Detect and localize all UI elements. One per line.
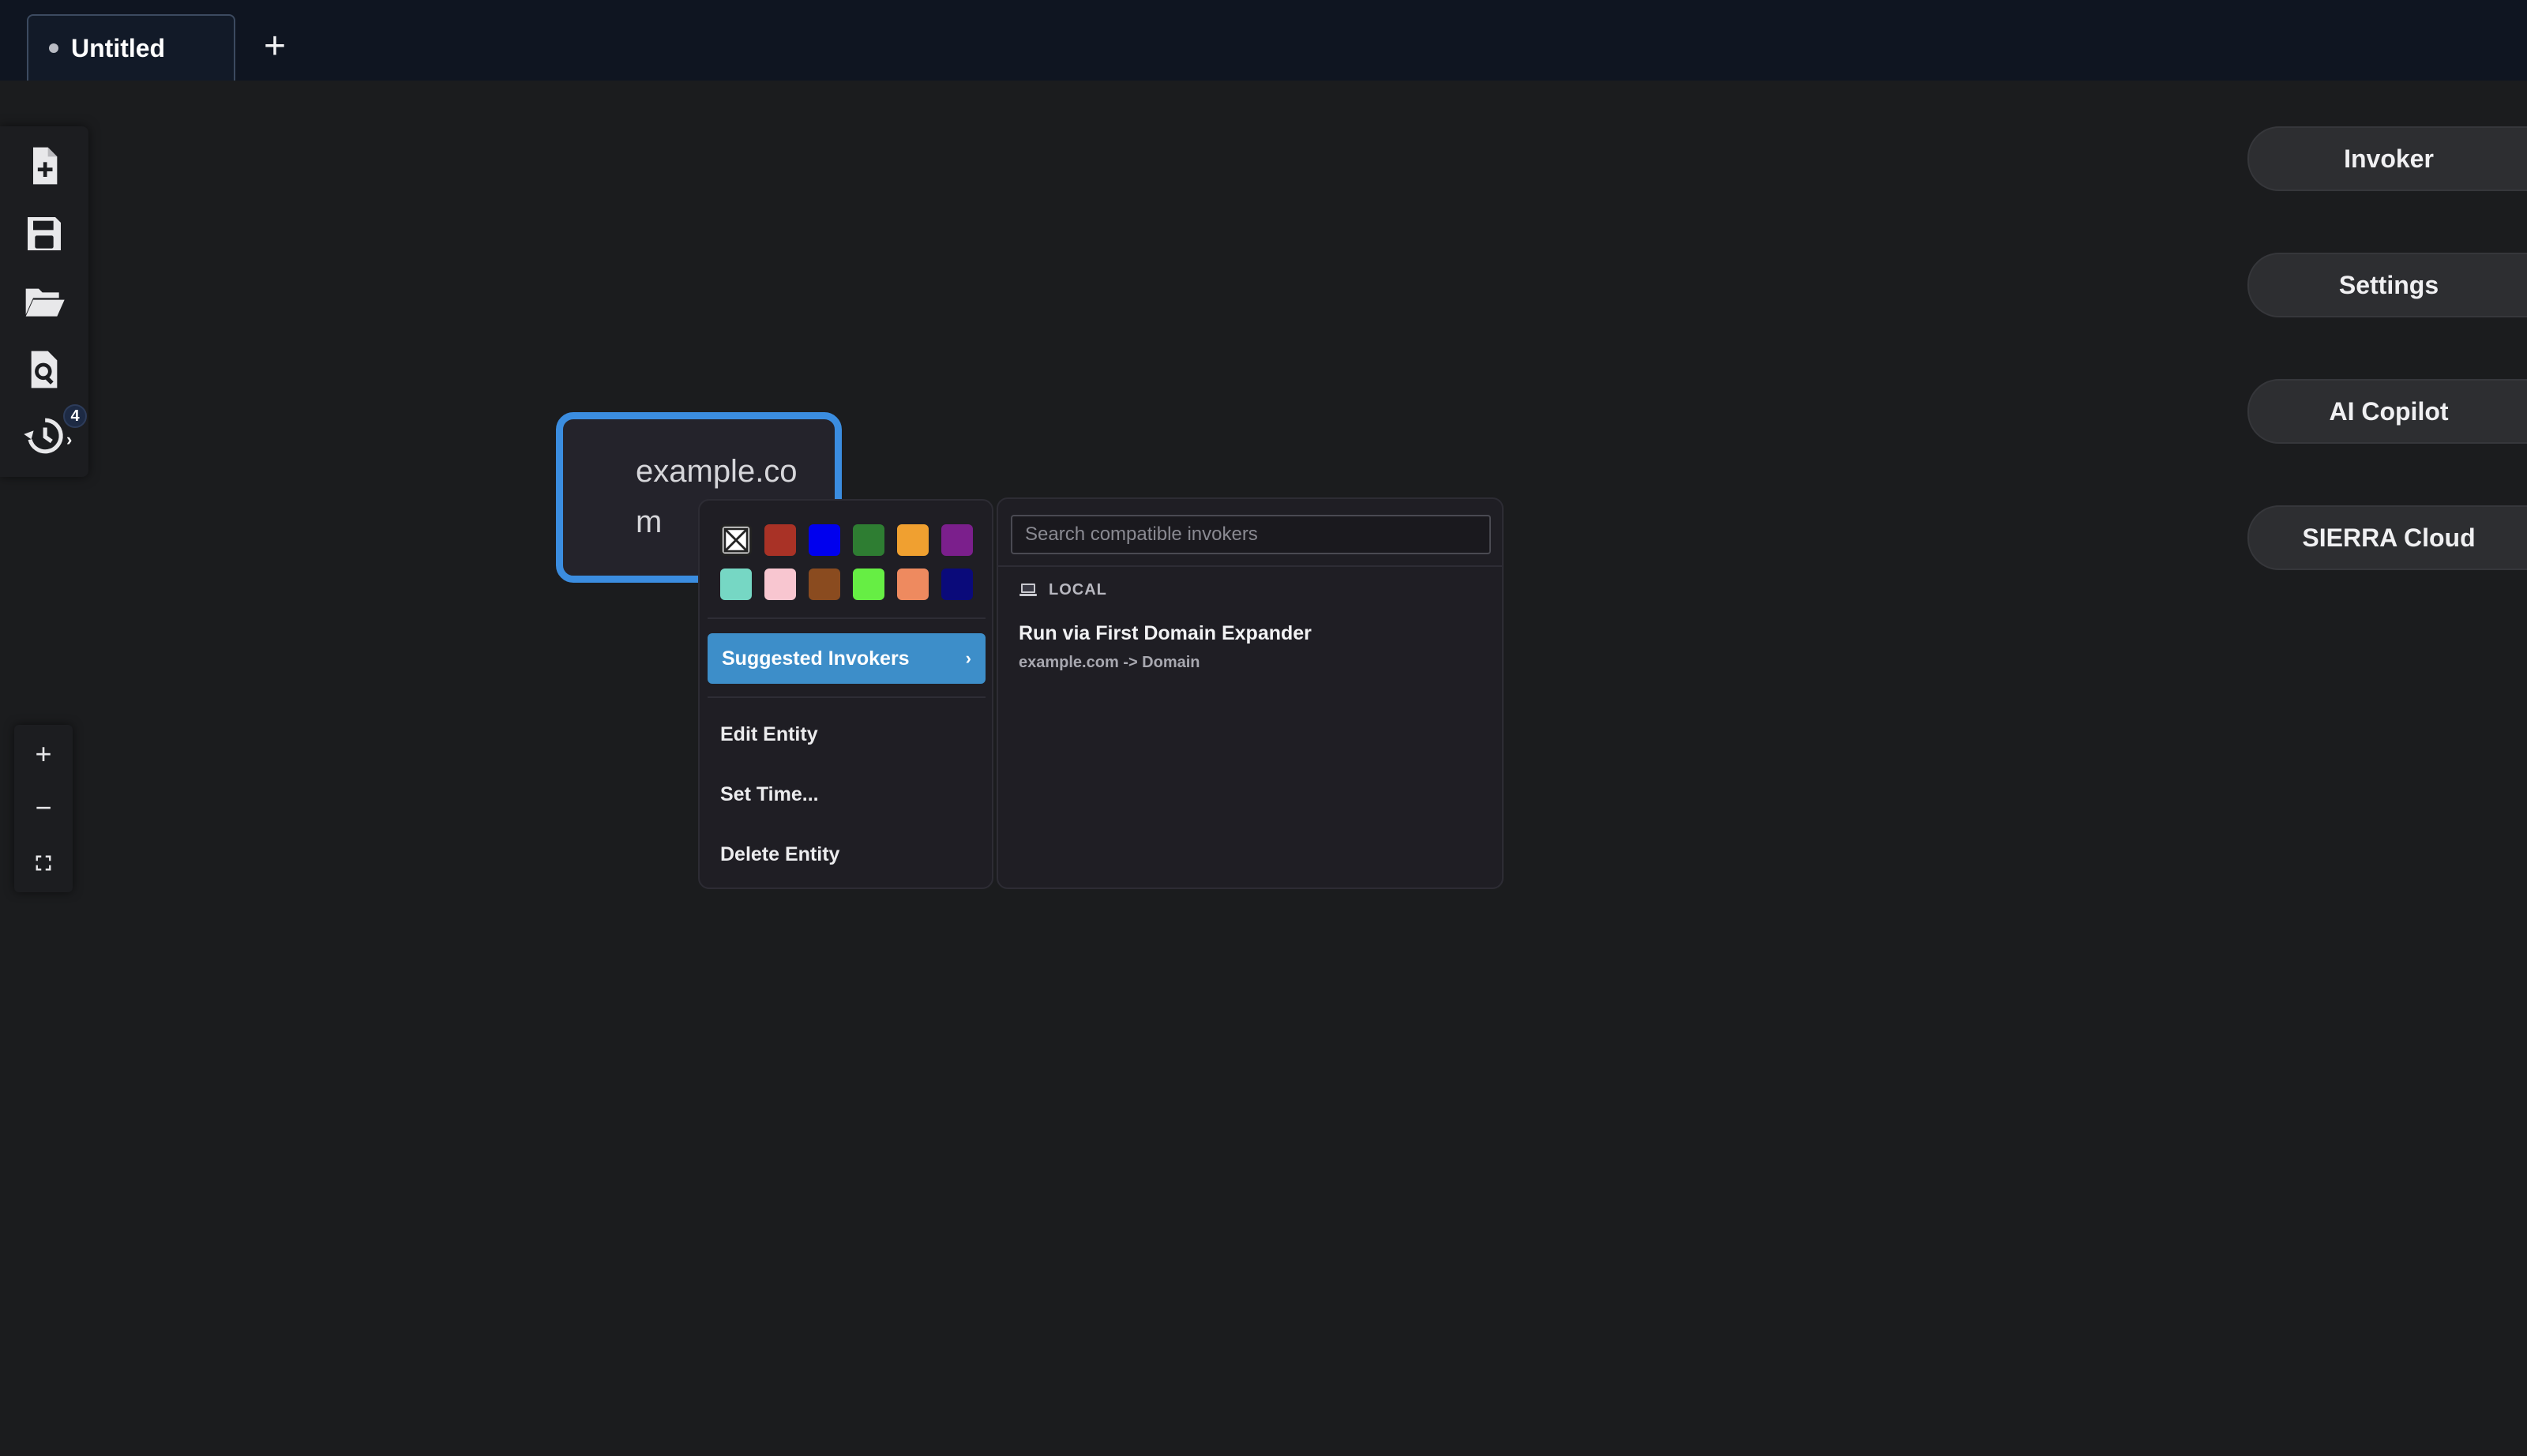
unsaved-dot-icon [49, 43, 58, 53]
color-swatch[interactable] [853, 569, 884, 600]
ai-copilot-button[interactable]: AI Copilot [2247, 379, 2527, 444]
invoker-label: Invoker [2344, 144, 2434, 173]
fit-view-button[interactable] [14, 835, 73, 891]
zoom-controls: + − [14, 725, 73, 892]
color-swatch[interactable] [809, 524, 840, 556]
tab-untitled[interactable]: Untitled [27, 14, 235, 81]
invoker-item-title[interactable]: Run via First Domain Expander [1019, 622, 1312, 645]
history-clock-icon [24, 418, 63, 454]
zoom-in-button[interactable]: + [14, 726, 73, 782]
menu-divider [708, 696, 986, 698]
floppy-disk-icon [28, 217, 61, 250]
group-label: LOCAL [1049, 581, 1107, 599]
suggested-invokers-item[interactable]: Suggested Invokers › [708, 633, 986, 684]
save-button[interactable] [17, 207, 71, 261]
history-count-badge: 4 [63, 404, 87, 428]
tab-label: Untitled [71, 33, 166, 62]
color-swatch-none[interactable] [720, 524, 752, 556]
sierra-cloud-label: SIERRA Cloud [2302, 523, 2476, 552]
folder-open-icon [25, 288, 65, 317]
color-swatch[interactable] [764, 569, 796, 600]
menu-divider [708, 617, 986, 619]
zoom-out-button[interactable]: − [14, 780, 73, 835]
invoker-group-local: LOCAL [1019, 581, 1107, 599]
color-swatch[interactable] [897, 569, 929, 600]
new-document-button[interactable] [17, 139, 71, 193]
color-swatch[interactable] [764, 524, 796, 556]
delete-entity-item[interactable]: Delete Entity [720, 843, 839, 866]
file-plus-icon [33, 147, 58, 185]
no-color-icon [723, 527, 749, 553]
settings-panel-button[interactable]: Settings [2247, 253, 2527, 317]
invoker-panel-button[interactable]: Invoker [2247, 126, 2527, 191]
history-chevron-icon[interactable]: › [66, 430, 72, 450]
invoker-search-input[interactable] [1011, 515, 1491, 554]
color-swatch[interactable] [897, 524, 929, 556]
edit-entity-item[interactable]: Edit Entity [720, 723, 818, 746]
laptop-icon [1019, 583, 1037, 596]
ai-copilot-label: AI Copilot [2329, 396, 2449, 426]
left-toolbar: 4 [0, 126, 88, 477]
add-tab-button[interactable]: + [253, 24, 297, 68]
search-document-button[interactable] [17, 343, 71, 396]
panel-divider [998, 565, 1502, 567]
set-time-item[interactable]: Set Time... [720, 783, 819, 806]
suggested-invokers-label: Suggested Invokers [722, 647, 910, 670]
fit-screen-icon [36, 855, 51, 871]
file-search-icon [31, 351, 58, 388]
entity-context-menu: Suggested Invokers › Edit Entity Set Tim… [698, 499, 993, 889]
tab-bar: Untitled + [0, 0, 2527, 81]
color-swatch[interactable] [809, 569, 840, 600]
chevron-right-icon: › [965, 648, 971, 668]
open-button[interactable] [17, 275, 71, 328]
invoker-item-subtitle: example.com -> Domain [1019, 654, 1200, 671]
invoker-submenu: LOCAL Run via First Domain Expander exam… [997, 497, 1504, 889]
settings-label: Settings [2338, 270, 2439, 299]
color-swatch[interactable] [720, 569, 752, 600]
sierra-cloud-button[interactable]: SIERRA Cloud [2247, 505, 2527, 570]
color-swatch[interactable] [941, 569, 973, 600]
color-swatch[interactable] [853, 524, 884, 556]
color-swatch[interactable] [941, 524, 973, 556]
